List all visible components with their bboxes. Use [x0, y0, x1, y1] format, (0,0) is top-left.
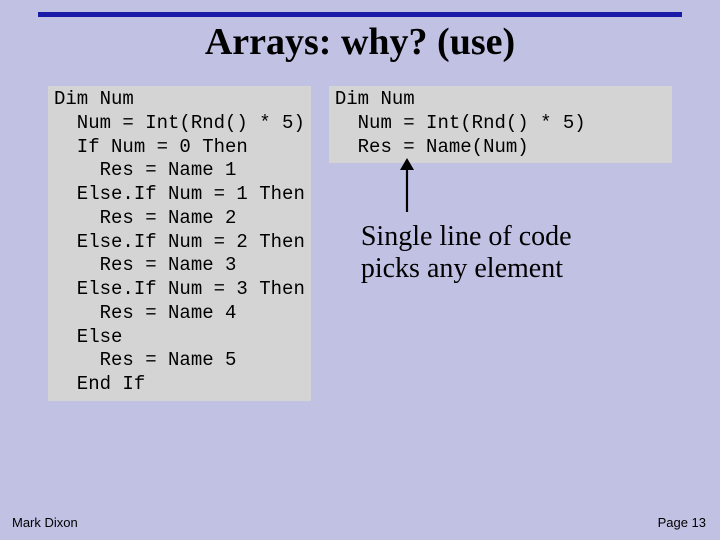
footer-page-number: Page 13: [658, 515, 706, 530]
code-block-left: Dim Num Num = Int(Rnd() * 5) If Num = 0 …: [48, 86, 311, 401]
arrow-up-icon: [397, 158, 417, 214]
code-block-right: Dim Num Num = Int(Rnd() * 5) Res = Name(…: [329, 86, 672, 163]
content-area: Dim Num Num = Int(Rnd() * 5) If Num = 0 …: [48, 86, 672, 401]
page-title: Arrays: why? (use): [0, 20, 720, 64]
caption-line-1: Single line of code: [361, 221, 572, 252]
caption-line-2: picks any element: [361, 253, 563, 284]
title-rule: [38, 12, 682, 17]
right-column: Dim Num Num = Int(Rnd() * 5) Res = Name(…: [329, 86, 672, 401]
footer-author: Mark Dixon: [12, 515, 78, 530]
caption-text: Single line of code picks any element: [361, 221, 572, 285]
